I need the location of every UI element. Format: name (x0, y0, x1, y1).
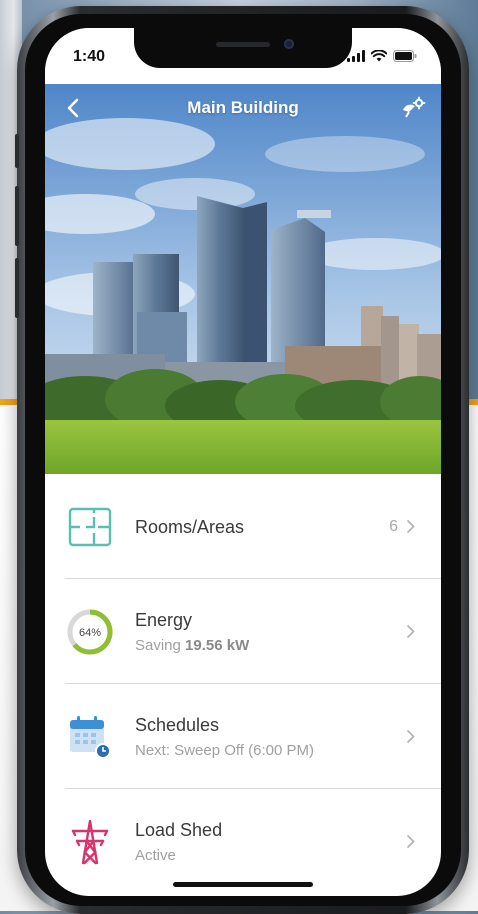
transmission-tower-icon (71, 819, 109, 864)
energy-saving-prefix: Saving (135, 637, 186, 654)
building-hero-image: Main Building (45, 84, 441, 474)
menu-item-rooms[interactable]: Rooms/Areas 6 (45, 474, 441, 579)
wifi-icon (371, 50, 387, 62)
menu-item-load-shed[interactable]: Load Shed Active (45, 789, 441, 894)
skyline-illustration (45, 84, 441, 474)
volume-up-button (15, 186, 19, 246)
notch (134, 28, 352, 68)
battery-icon (393, 50, 417, 62)
calendar-clock-icon (70, 715, 111, 759)
energy-gauge-icon: 64% (67, 609, 113, 654)
phone-screen: 1:40 Main Building Rooms/Areas 6 64% Ene… (45, 28, 441, 896)
satellite-gear-icon (403, 96, 426, 118)
menu-item-title: Schedules (135, 715, 220, 735)
floorplan-icon (68, 507, 112, 546)
page-title: Main Building (187, 98, 299, 117)
menu-item-title: Energy (135, 610, 193, 630)
home-indicator[interactable] (173, 882, 313, 887)
back-button[interactable] (61, 96, 85, 120)
energy-saving-value: 19.56 kW (185, 637, 250, 654)
chevron-left-icon (67, 98, 79, 118)
front-camera (284, 39, 294, 49)
chevron-right-icon (406, 519, 415, 534)
chevron-right-icon (406, 834, 415, 849)
menu-item-schedules[interactable]: Schedules Next: Sweep Off (6:00 PM) (45, 684, 441, 789)
status-icons (347, 50, 417, 62)
menu-item-subtitle: Next: Sweep Off (6:00 PM) (135, 742, 314, 759)
phone-frame: 1:40 Main Building Rooms/Areas 6 64% Ene… (15, 6, 469, 914)
menu-item-energy[interactable]: 64% Energy Saving 19.56 kW (45, 579, 441, 684)
menu-item-title: Rooms/Areas (135, 516, 245, 537)
site-settings-button[interactable] (399, 96, 427, 120)
chevron-right-icon (406, 624, 415, 639)
volume-down-button (15, 258, 19, 318)
energy-gauge-label: 64% (79, 627, 101, 639)
status-time: 1:40 (73, 48, 106, 65)
menu-item-title: Load Shed (135, 820, 223, 840)
speaker-grille (216, 42, 270, 47)
mute-switch (15, 134, 19, 168)
menu-item-subtitle: Active (135, 847, 176, 864)
building-menu: Rooms/Areas 6 64% Energy Saving 19.56 kW… (45, 474, 441, 894)
rooms-count: 6 (389, 517, 398, 535)
chevron-right-icon (406, 729, 415, 744)
